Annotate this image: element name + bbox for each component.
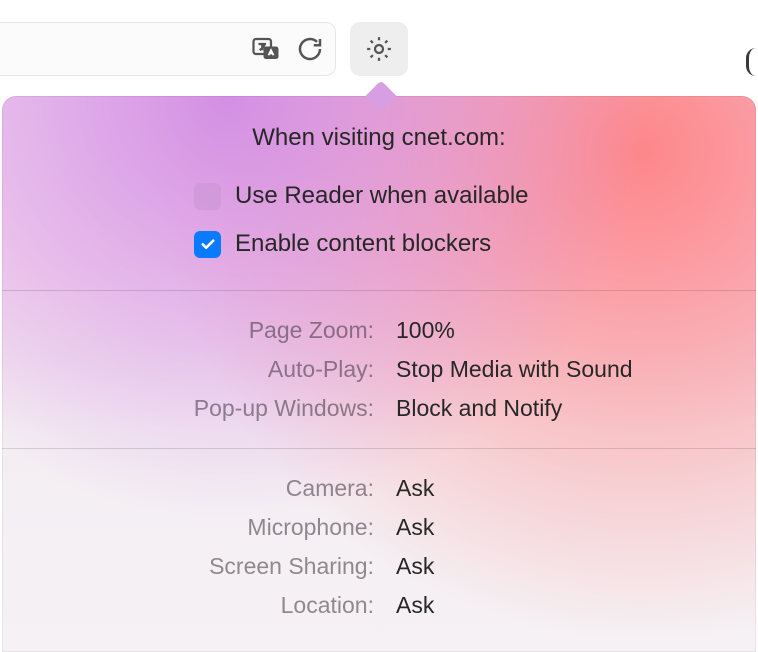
popups-row[interactable]: Pop-up Windows: Block and Notify — [2, 389, 756, 428]
popups-value: Block and Notify — [396, 395, 756, 422]
camera-label: Camera: — [2, 475, 374, 502]
section-site-options: When visiting cnet.com: Use Reader when … — [2, 96, 756, 291]
toolbar — [0, 0, 758, 90]
auto-play-label: Auto-Play: — [2, 356, 374, 383]
page-zoom-label: Page Zoom: — [2, 317, 374, 344]
microphone-value: Ask — [396, 514, 756, 541]
reload-icon[interactable] — [295, 34, 325, 64]
page-zoom-row[interactable]: Page Zoom: 100% — [2, 311, 756, 350]
page-zoom-value: 100% — [396, 317, 756, 344]
reader-toggle-row[interactable]: Use Reader when available — [2, 172, 756, 220]
overflow-indicator — [746, 48, 756, 76]
camera-row[interactable]: Camera: Ask — [2, 469, 756, 508]
gear-icon — [364, 34, 394, 64]
popover-title: When visiting cnet.com: — [2, 124, 756, 152]
content-blockers-toggle-label: Enable content blockers — [235, 230, 491, 258]
section-display-settings: Page Zoom: 100% Auto-Play: Stop Media wi… — [2, 291, 756, 449]
location-label: Location: — [2, 592, 374, 619]
address-field[interactable] — [0, 22, 336, 76]
location-value: Ask — [396, 592, 756, 619]
checkbox-unchecked-icon — [194, 183, 221, 210]
page-settings-popover: When visiting cnet.com: Use Reader when … — [2, 96, 756, 652]
translate-icon[interactable] — [251, 34, 281, 64]
checkbox-checked-icon — [194, 231, 221, 258]
page-settings-button[interactable] — [350, 22, 408, 76]
screen-sharing-label: Screen Sharing: — [2, 553, 374, 580]
location-row[interactable]: Location: Ask — [2, 586, 756, 625]
microphone-row[interactable]: Microphone: Ask — [2, 508, 756, 547]
screen-sharing-row[interactable]: Screen Sharing: Ask — [2, 547, 756, 586]
content-blockers-toggle-row[interactable]: Enable content blockers — [2, 220, 756, 268]
camera-value: Ask — [396, 475, 756, 502]
section-permissions: Camera: Ask Microphone: Ask Screen Shari… — [2, 449, 756, 645]
screen-sharing-value: Ask — [396, 553, 756, 580]
reader-toggle-label: Use Reader when available — [235, 182, 529, 210]
auto-play-row[interactable]: Auto-Play: Stop Media with Sound — [2, 350, 756, 389]
auto-play-value: Stop Media with Sound — [396, 356, 756, 383]
popups-label: Pop-up Windows: — [2, 395, 374, 422]
microphone-label: Microphone: — [2, 514, 374, 541]
